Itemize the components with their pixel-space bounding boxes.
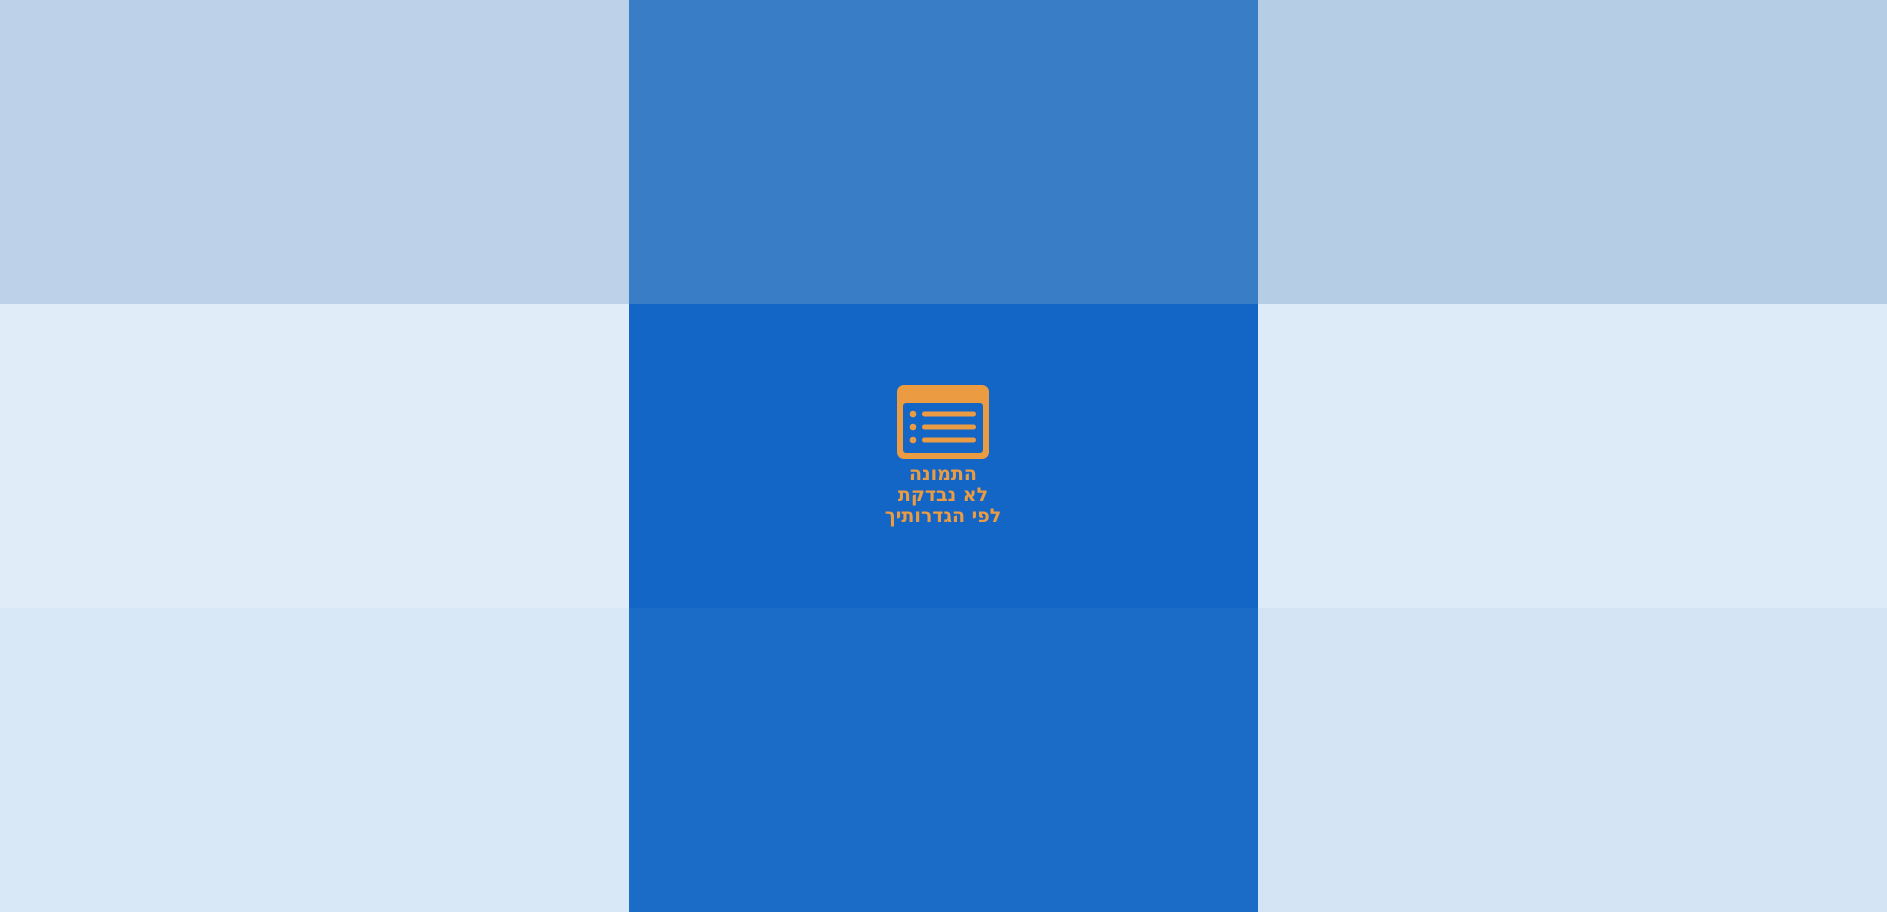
tile-middle-right (1258, 304, 1887, 608)
image-not-checked-notice: התמונה לא נבדקת לפי הגדרותיך (843, 384, 1043, 527)
notice-line-2: לא נבדקת (897, 484, 989, 506)
notice-line-3: לפי הגדרותיך (884, 505, 1002, 527)
tile-bottom-left (0, 608, 629, 912)
image-blocked-list-icon (897, 385, 989, 459)
tile-top-right (1258, 0, 1887, 304)
tile-top-center (629, 0, 1258, 304)
tile-bottom-right (1258, 608, 1887, 912)
notice-message: התמונה לא נבדקת לפי הגדרותיך (885, 464, 1001, 527)
tile-bottom-center (629, 608, 1258, 912)
tile-middle-left (0, 304, 629, 608)
tile-top-left (0, 0, 629, 304)
notice-line-1: התמונה (909, 463, 977, 485)
